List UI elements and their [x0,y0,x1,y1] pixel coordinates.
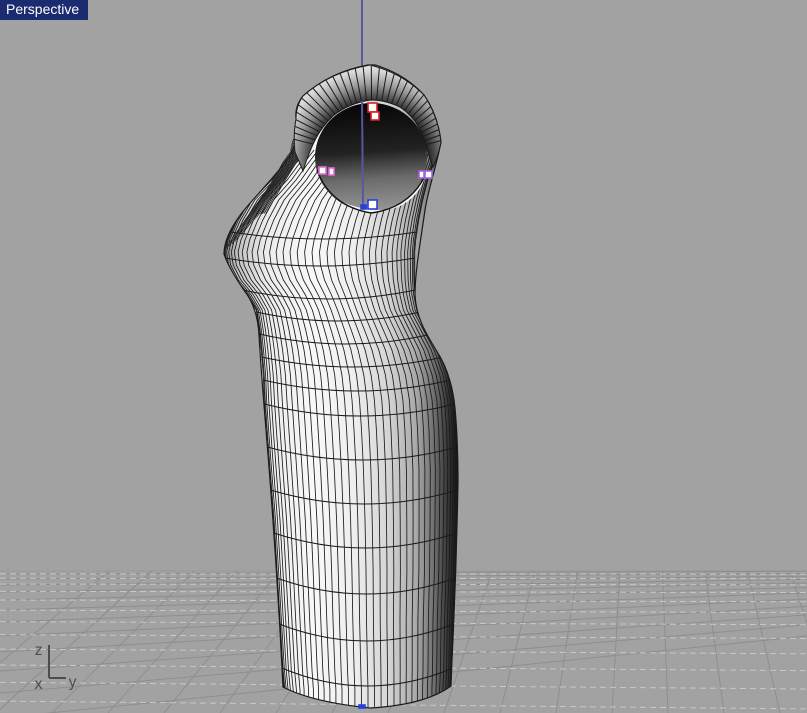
control-point-magenta-1[interactable] [318,166,327,175]
viewport-canvas[interactable]: z y x [0,0,807,713]
gizmo-y-label: y [68,673,77,691]
control-point-blue-hem[interactable] [358,704,366,709]
gizmo-z-label: z [34,641,43,659]
control-point-blue-1[interactable] [367,199,378,210]
control-point-red-2[interactable] [370,111,380,121]
perspective-viewport[interactable]: z y x Perspective [0,0,807,713]
control-point-red-1[interactable] [367,102,378,113]
viewport-title-tab[interactable]: Perspective [0,0,89,20]
control-point-purple-1[interactable] [418,170,425,179]
construction-line-through-opening [361,100,364,207]
control-point-purple-2[interactable] [424,170,433,179]
control-point-magenta-2[interactable] [328,167,335,176]
control-point-blue-tick[interactable] [360,204,367,210]
gizmo-x-label: x [34,675,43,693]
